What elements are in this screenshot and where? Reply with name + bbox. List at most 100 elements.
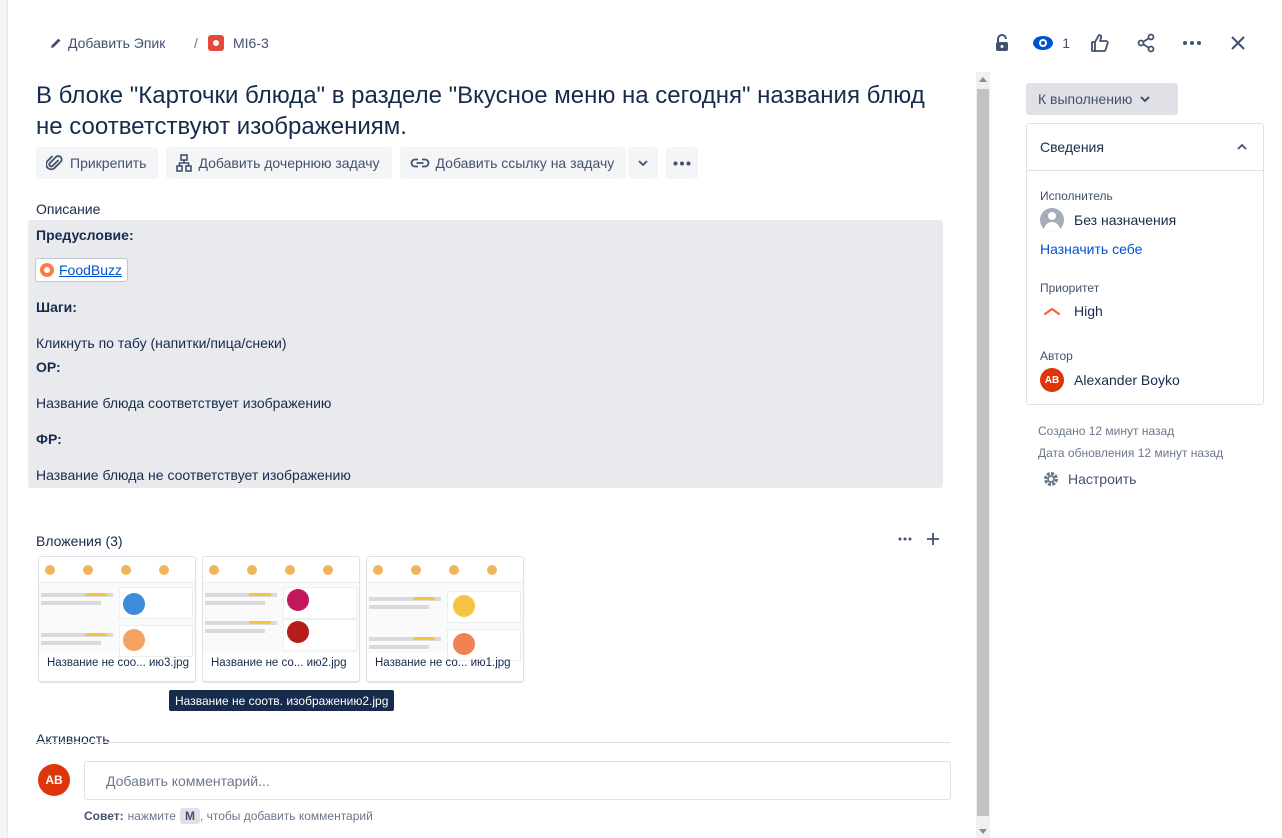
more-icon xyxy=(1183,41,1201,45)
hierarchy-icon xyxy=(176,154,193,172)
close-icon xyxy=(1231,36,1245,50)
comment-placeholder: Добавить комментарий... xyxy=(106,772,270,789)
status-dropdown[interactable]: К выполнению xyxy=(1026,83,1178,115)
eye-icon xyxy=(1033,36,1054,50)
attachments-label: Вложения (3) xyxy=(36,533,123,549)
attachment-preview-image xyxy=(39,557,195,657)
unassigned-avatar-icon xyxy=(1040,208,1064,232)
pencil-icon xyxy=(51,38,61,48)
watchers-count: 1 xyxy=(1062,35,1070,51)
expected-heading: ОР: xyxy=(36,359,61,375)
chevron-up-icon xyxy=(1237,144,1247,150)
assignee-value: Без назначения xyxy=(1074,212,1177,228)
issue-title[interactable]: В блоке "Карточки блюда" в разделе "Вкус… xyxy=(36,80,956,142)
precondition-heading: Предусловие: xyxy=(36,227,134,243)
add-epic-link[interactable]: Добавить Эпик xyxy=(50,33,165,53)
details-title: Сведения xyxy=(1040,139,1104,155)
like-button[interactable] xyxy=(1084,30,1116,56)
priority-value: High xyxy=(1074,303,1103,319)
more-icon xyxy=(898,537,912,541)
avatar: AB xyxy=(38,764,70,796)
link-issue-dropdown[interactable] xyxy=(628,147,659,179)
activity-label: Активность xyxy=(36,731,110,747)
link-issue-button[interactable]: Добавить ссылку на задачу xyxy=(399,147,627,179)
more-actions-button[interactable] xyxy=(1176,30,1208,56)
add-child-issue-button[interactable]: Добавить дочернюю задачу xyxy=(166,147,392,179)
attachment-card[interactable]: Название не со... ию2.jpg xyxy=(202,556,360,682)
share-icon xyxy=(1137,33,1155,53)
description-body[interactable]: Предусловие: FoodBuzz Шаги: Кликнуть по … xyxy=(28,220,943,488)
bug-icon xyxy=(208,35,224,51)
tip-middle: нажмите xyxy=(127,809,176,823)
add-child-issue-label: Добавить дочернюю задачу xyxy=(198,155,380,171)
lock-button[interactable] xyxy=(986,30,1018,56)
activity-divider xyxy=(36,742,950,743)
paperclip-icon xyxy=(46,155,63,171)
details-panel: Сведения Исполнитель Без назначения Назн… xyxy=(1026,123,1264,405)
details-header[interactable]: Сведения xyxy=(1027,124,1263,171)
attachments-more-button[interactable] xyxy=(898,530,912,551)
avatar: AB xyxy=(1040,368,1064,392)
issue-toolbar: Прикрепить Добавить дочернюю задачу Доба… xyxy=(36,147,699,179)
link-icon xyxy=(410,158,429,168)
foodbuzz-logo-icon xyxy=(40,263,54,277)
assign-to-me-link[interactable]: Назначить себе xyxy=(1040,241,1142,257)
attachment-preview-image xyxy=(367,557,523,661)
attachment-list: Название не соо... ию3.jpg Название не с… xyxy=(38,556,524,682)
link-issue-label: Добавить ссылку на задачу xyxy=(435,155,615,171)
comment-tip: Совет: нажмите M, чтобы добавить коммент… xyxy=(84,808,373,824)
assignee-label: Исполнитель xyxy=(1040,189,1113,203)
status-label: К выполнению xyxy=(1038,91,1133,107)
attachment-tooltip: Название не соотв. изображению2.jpg xyxy=(169,690,395,711)
watch-button[interactable]: 1 xyxy=(1032,35,1070,51)
toolbar-more-button[interactable] xyxy=(666,147,699,179)
add-attachment-button[interactable] xyxy=(926,530,940,551)
lock-icon xyxy=(996,34,1009,51)
priority-field[interactable]: High xyxy=(1040,303,1103,319)
reporter-name: Alexander Boyko xyxy=(1074,372,1180,388)
close-button[interactable] xyxy=(1222,30,1254,56)
plus-icon xyxy=(927,533,939,545)
steps-heading: Шаги: xyxy=(36,299,77,315)
reporter-field[interactable]: AB Alexander Boyko xyxy=(1040,368,1180,392)
foodbuzz-smart-link[interactable]: FoodBuzz xyxy=(35,258,129,282)
gear-icon xyxy=(1044,472,1058,486)
attachment-card[interactable]: Название не соо... ию3.jpg xyxy=(38,556,196,682)
created-timestamp: Создано 12 минут назад xyxy=(1038,424,1175,438)
steps-text: Кликнуть по табу (напитки/пица/снеки) xyxy=(36,335,287,351)
scroll-thumb[interactable] xyxy=(977,89,989,816)
assignee-field[interactable]: Без назначения xyxy=(1040,208,1176,232)
attachment-name: Название не со... ию2.jpg xyxy=(211,657,347,669)
share-button[interactable] xyxy=(1130,30,1162,56)
chevron-down-icon xyxy=(1140,96,1151,102)
description-label: Описание xyxy=(36,201,101,217)
issue-key: MI6-3 xyxy=(233,35,269,51)
attachments-actions xyxy=(898,530,940,551)
tip-prefix: Совет: xyxy=(84,809,124,823)
expected-text: Название блюда соответствует изображению xyxy=(36,395,332,411)
comment-input[interactable]: Добавить комментарий... xyxy=(84,761,951,800)
attachment-name: Название не соо... ию3.jpg xyxy=(47,657,189,669)
add-epic-label: Добавить Эпик xyxy=(68,35,166,51)
attach-button[interactable]: Прикрепить xyxy=(36,147,159,179)
thumbs-up-icon xyxy=(1091,34,1109,52)
main-scrollbar[interactable] xyxy=(976,72,990,838)
priority-label: Приоритет xyxy=(1040,281,1100,295)
actual-heading: ФР: xyxy=(36,431,62,447)
issue-key-link[interactable]: MI6-3 xyxy=(208,33,269,53)
chevron-down-icon xyxy=(638,160,648,166)
scroll-up-arrow[interactable] xyxy=(979,77,987,82)
attachment-card[interactable]: Название не со... ию1.jpg xyxy=(366,556,524,682)
configure-label: Настроить xyxy=(1068,471,1137,487)
configure-button[interactable]: Настроить xyxy=(1042,470,1136,488)
background-board-edge xyxy=(0,0,8,838)
updated-timestamp: Дата обновления 12 минут назад xyxy=(1038,446,1224,460)
attach-label: Прикрепить xyxy=(70,155,147,171)
tip-suffix: , чтобы добавить комментарий xyxy=(199,809,373,823)
more-icon xyxy=(673,161,691,165)
priority-high-icon xyxy=(1044,307,1060,315)
actual-text: Название блюда не соответствует изображе… xyxy=(36,467,351,483)
scroll-down-arrow[interactable] xyxy=(979,829,987,834)
attachment-name: Название не со... ию1.jpg xyxy=(375,657,511,669)
reporter-label: Автор xyxy=(1040,349,1073,363)
